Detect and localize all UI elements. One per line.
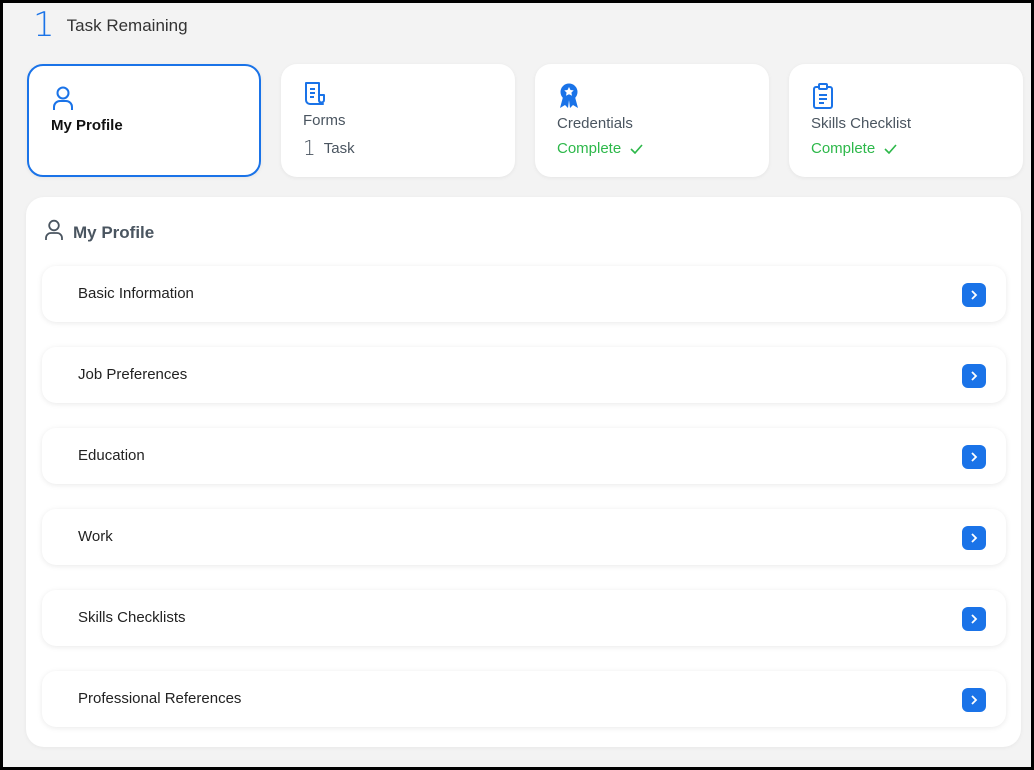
list-item-label: Work — [78, 528, 113, 545]
card-my-profile[interactable]: My Profile — [27, 64, 261, 177]
chevron-right-icon[interactable] — [962, 607, 986, 631]
list-item-label: Job Preferences — [78, 366, 188, 383]
panel-title: My Profile — [73, 222, 155, 242]
chevron-right-icon[interactable] — [962, 526, 986, 550]
card-status: Complete — [811, 140, 897, 157]
award-ribbon-icon — [557, 83, 581, 109]
user-icon — [44, 219, 64, 246]
forms-task-label: Task — [323, 139, 355, 157]
tasks-remaining-label: Task Remaining — [66, 16, 188, 35]
card-skills-checklist[interactable]: Skills Checklist Complete — [789, 64, 1023, 177]
list-item-label: Education — [78, 447, 145, 464]
status-text: Complete — [557, 140, 622, 157]
chevron-right-icon[interactable] — [962, 445, 986, 469]
check-icon — [884, 143, 897, 154]
chevron-right-icon[interactable] — [962, 283, 986, 307]
card-title: Credentials — [557, 115, 633, 132]
document-icon — [303, 81, 327, 107]
check-icon — [630, 143, 643, 154]
forms-task-count: 1 — [303, 136, 316, 160]
my-profile-panel: My Profile Basic Information Job Prefere… — [26, 197, 1021, 747]
chevron-right-icon[interactable] — [962, 364, 986, 388]
card-title: Skills Checklist — [811, 115, 912, 132]
card-title: Forms — [303, 112, 346, 129]
list-item-education[interactable]: Education — [42, 428, 1006, 484]
card-credentials[interactable]: Credentials Complete — [535, 64, 769, 177]
list-item-label: Professional References — [78, 690, 242, 707]
list-item-work[interactable]: Work — [42, 509, 1006, 565]
list-item-job-preferences[interactable]: Job Preferences — [42, 347, 1006, 403]
user-icon — [51, 85, 75, 111]
panel-header: My Profile — [44, 219, 154, 246]
tasks-remaining-count: 1 — [33, 5, 55, 45]
list-item-label: Skills Checklists — [78, 609, 186, 626]
tasks-remaining-summary: 1 Task Remaining — [33, 5, 188, 45]
list-item-label: Basic Information — [78, 285, 194, 302]
chevron-right-icon[interactable] — [962, 688, 986, 712]
card-forms[interactable]: Forms 1 Task — [281, 64, 515, 177]
list-item-professional-references[interactable]: Professional References — [42, 671, 1006, 727]
card-status: Complete — [557, 140, 643, 157]
clipboard-icon — [811, 83, 835, 109]
status-text: Complete — [811, 140, 876, 157]
card-forms-tasks: 1 Task — [303, 136, 355, 160]
card-title: My Profile — [51, 117, 123, 134]
list-item-skills-checklists[interactable]: Skills Checklists — [42, 590, 1006, 646]
list-item-basic-information[interactable]: Basic Information — [42, 266, 1006, 322]
